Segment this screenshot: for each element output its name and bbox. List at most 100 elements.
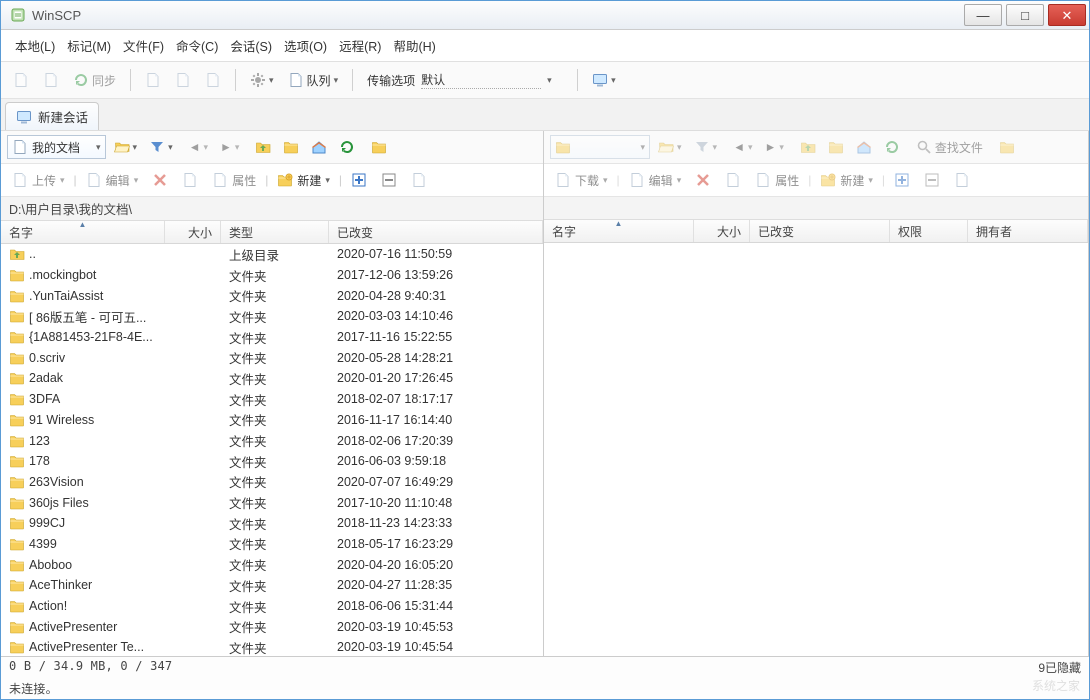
rename-icon[interactable] <box>177 169 203 191</box>
list-item[interactable]: .YunTaiAssist文件夹2020-04-28 9:40:31 <box>1 285 543 306</box>
find-button[interactable]: 查找文件 <box>912 136 987 158</box>
home-icon[interactable] <box>307 136 331 158</box>
tool-icon-a[interactable] <box>141 69 165 91</box>
edit-button[interactable]: 编辑 ▾ <box>624 169 687 192</box>
col-name[interactable]: ▲名字 <box>544 220 694 242</box>
col-name[interactable]: ▲名字 <box>1 221 165 243</box>
sync-browse-icon[interactable] <box>9 69 33 91</box>
list-item[interactable]: 3DFA文件夹2018-02-07 18:17:17 <box>1 389 543 410</box>
col-size[interactable]: 大小 <box>694 220 750 242</box>
list-item[interactable]: 178文件夹2016-06-03 9:59:18 <box>1 451 543 472</box>
list-item[interactable]: .mockingbot文件夹2017-12-06 13:59:26 <box>1 265 543 286</box>
home-icon[interactable] <box>852 136 876 158</box>
file-date: 2020-05-28 14:28:21 <box>329 351 543 365</box>
list-item[interactable]: 263Vision文件夹2020-07-07 16:49:29 <box>1 472 543 493</box>
settings-icon[interactable]: ▾ <box>246 69 278 91</box>
menu-mark[interactable]: 标记(M) <box>63 34 115 57</box>
title-bar[interactable]: WinSCP — □ ✕ <box>1 1 1089 30</box>
list-item[interactable]: AceThinker文件夹2020-04-27 11:28:35 <box>1 575 543 596</box>
col-owner[interactable]: 拥有者 <box>968 220 1088 242</box>
root-dir-icon[interactable] <box>824 136 848 158</box>
download-button[interactable]: 下载 ▾ <box>550 169 613 192</box>
folder-icon <box>9 370 25 386</box>
menu-session[interactable]: 会话(S) <box>226 34 276 57</box>
upload-button[interactable]: 上传 ▾ <box>7 169 70 192</box>
menu-options[interactable]: 选项(O) <box>280 34 331 57</box>
bookmark-icon[interactable] <box>367 136 391 158</box>
forward-icon[interactable]: ► ▾ <box>760 136 787 158</box>
properties-button[interactable]: 属性 <box>207 169 261 192</box>
col-size[interactable]: 大小 <box>165 221 221 243</box>
remote-drive-dropdown[interactable]: ▾ <box>550 135 650 159</box>
local-rows-container[interactable]: ..上级目录2020-07-16 11:50:59.mockingbot文件夹2… <box>1 244 543 656</box>
new-session-icon <box>16 109 32 125</box>
bookmark-icon[interactable] <box>995 136 1019 158</box>
close-button[interactable]: ✕ <box>1048 4 1086 26</box>
list-item[interactable]: ..上级目录2020-07-16 11:50:59 <box>1 244 543 265</box>
invert-select-icon[interactable] <box>406 169 432 191</box>
list-item[interactable]: [ 86版五笔 - 可可五...文件夹2020-03-03 14:10:46 <box>1 306 543 327</box>
delete-icon[interactable] <box>147 169 173 191</box>
minimize-button[interactable]: — <box>964 4 1002 26</box>
list-item[interactable]: Aboboo文件夹2020-04-20 16:05:20 <box>1 554 543 575</box>
list-item[interactable]: 999CJ文件夹2018-11-23 14:23:33 <box>1 513 543 534</box>
tool-icon-c[interactable] <box>201 69 225 91</box>
back-icon[interactable]: ◄ ▾ <box>729 136 756 158</box>
forward-icon[interactable]: ► ▾ <box>216 136 243 158</box>
open-folder-icon[interactable]: ▾ <box>110 136 142 158</box>
menu-local[interactable]: 本地(L) <box>11 34 59 57</box>
back-icon[interactable]: ◄ ▾ <box>185 136 212 158</box>
select-all-icon[interactable] <box>889 169 915 191</box>
open-folder-icon[interactable]: ▾ <box>654 136 686 158</box>
list-item[interactable]: 2adak文件夹2020-01-20 17:26:45 <box>1 368 543 389</box>
transfer-settings[interactable]: 传输选项 默认 ▾ <box>363 69 567 91</box>
local-drive-dropdown[interactable]: 我的文档 ▾ <box>7 135 106 159</box>
list-item[interactable]: 91 Wireless文件夹2016-11-17 16:14:40 <box>1 410 543 431</box>
menu-remote[interactable]: 远程(R) <box>335 34 385 57</box>
list-item[interactable]: ActivePresenter文件夹2020-03-19 10:45:53 <box>1 616 543 637</box>
new-session-tab[interactable]: 新建会话 <box>5 102 99 130</box>
rename-icon[interactable] <box>720 169 746 191</box>
file-type: 文件夹 <box>221 493 329 512</box>
select-none-icon[interactable] <box>376 169 402 191</box>
file-type: 文件夹 <box>221 410 329 429</box>
col-modified[interactable]: 已改变 <box>750 220 890 242</box>
col-type[interactable]: 类型 <box>221 221 329 243</box>
select-none-icon[interactable] <box>919 169 945 191</box>
properties-button[interactable]: 属性 <box>750 169 804 192</box>
list-item[interactable]: 123文件夹2018-02-06 17:20:39 <box>1 430 543 451</box>
col-modified[interactable]: 已改变 <box>329 221 543 243</box>
select-all-icon[interactable] <box>346 169 372 191</box>
synchronize-button[interactable]: 同步 <box>69 69 120 91</box>
parent-dir-icon[interactable] <box>251 136 275 158</box>
edit-button[interactable]: 编辑 ▾ <box>81 169 144 192</box>
filter-icon[interactable]: ▾ <box>145 136 177 158</box>
root-dir-icon[interactable] <box>279 136 303 158</box>
refresh-icon[interactable] <box>880 136 904 158</box>
list-item[interactable]: 360js Files文件夹2017-10-20 11:10:48 <box>1 492 543 513</box>
file-date: 2018-02-07 18:17:17 <box>329 392 543 406</box>
filter-icon[interactable]: ▾ <box>690 136 722 158</box>
session-icon[interactable]: ▾ <box>588 69 620 91</box>
parent-dir-icon[interactable] <box>796 136 820 158</box>
new-button[interactable]: 新建 ▾ <box>815 169 878 192</box>
delete-icon[interactable] <box>690 169 716 191</box>
compare-icon[interactable] <box>39 69 63 91</box>
local-file-list: ▲名字 大小 类型 已改变 ..上级目录2020-07-16 11:50:59.… <box>1 221 543 656</box>
menu-commands[interactable]: 命令(C) <box>172 34 222 57</box>
tool-icon-b[interactable] <box>171 69 195 91</box>
new-button[interactable]: 新建 ▾ <box>272 169 335 192</box>
menu-files[interactable]: 文件(F) <box>119 34 168 57</box>
queue-button[interactable]: 队列 ▾ <box>284 69 343 91</box>
remote-rows-container[interactable] <box>544 243 1088 656</box>
list-item[interactable]: {1A881453-21F8-4E...文件夹2017-11-16 15:22:… <box>1 327 543 348</box>
list-item[interactable]: ActivePresenter Te...文件夹2020-03-19 10:45… <box>1 637 543 656</box>
list-item[interactable]: 0.scriv文件夹2020-05-28 14:28:21 <box>1 347 543 368</box>
menu-help[interactable]: 帮助(H) <box>389 34 439 57</box>
maximize-button[interactable]: □ <box>1006 4 1044 26</box>
invert-select-icon[interactable] <box>949 169 975 191</box>
col-rights[interactable]: 权限 <box>890 220 968 242</box>
list-item[interactable]: Action!文件夹2018-06-06 15:31:44 <box>1 596 543 617</box>
list-item[interactable]: 4399文件夹2018-05-17 16:23:29 <box>1 534 543 555</box>
refresh-icon[interactable] <box>335 136 359 158</box>
